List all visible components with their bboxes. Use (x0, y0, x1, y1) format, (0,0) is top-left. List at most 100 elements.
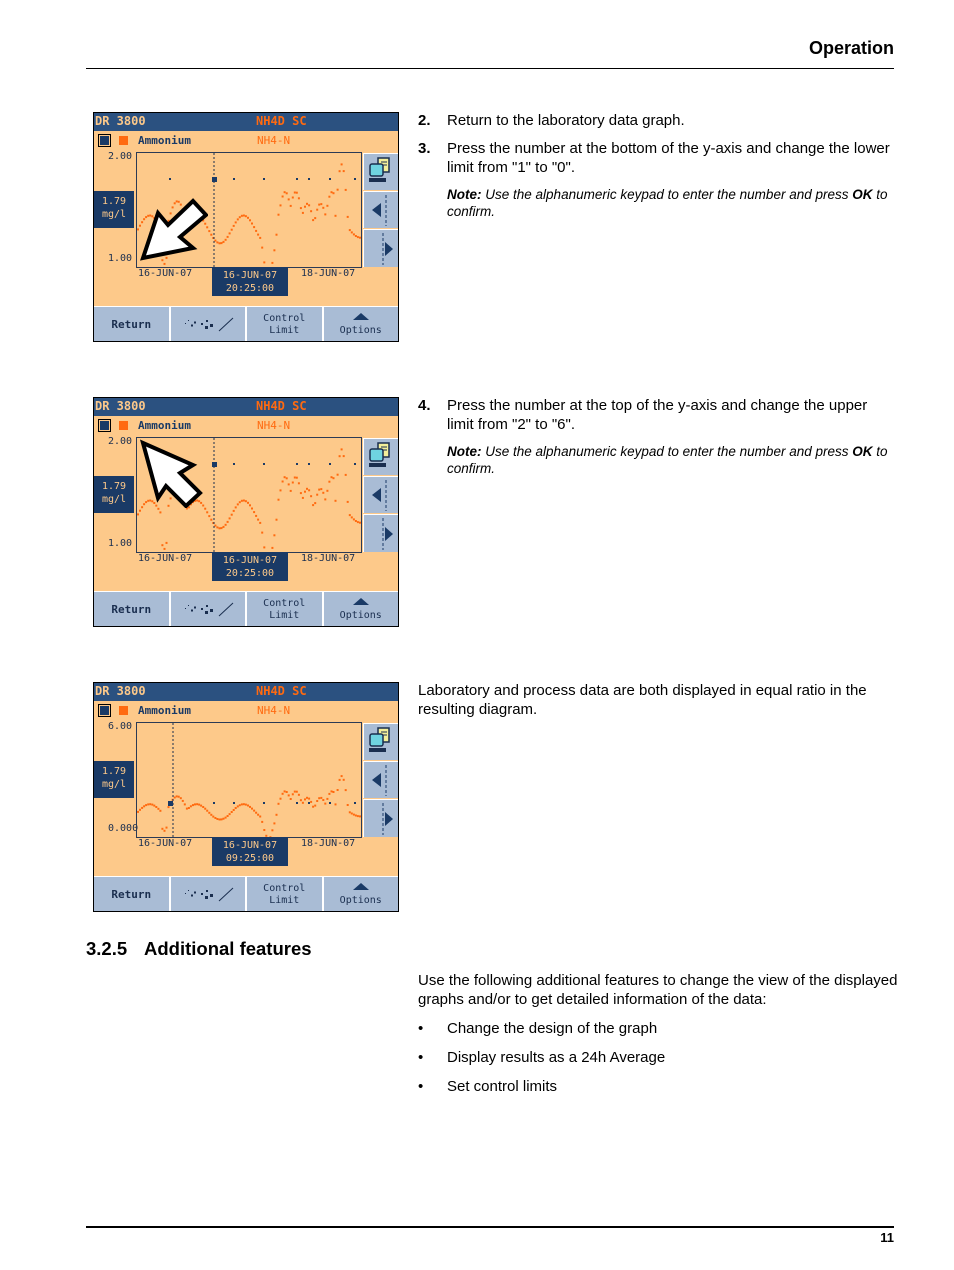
process-data-point (147, 499, 150, 502)
process-data-point (279, 797, 282, 800)
process-data-point (336, 188, 339, 191)
cursor-date: 16-JUN-07 (222, 840, 278, 851)
lab-data-legend-icon[interactable] (98, 134, 111, 147)
process-data-point (173, 487, 176, 490)
process-data-point (318, 488, 321, 491)
process-data-point (326, 489, 329, 492)
graph-style-button[interactable] (170, 877, 247, 911)
graph-area[interactable] (136, 437, 362, 553)
process-data-point (310, 210, 313, 213)
cursor-left-button[interactable] (363, 191, 398, 228)
parameter-name: Ammonium (138, 419, 191, 432)
process-data-point (348, 811, 351, 814)
cursor-time: 09:25:00 (225, 853, 275, 864)
process-data-point (198, 500, 201, 503)
process-data-point (320, 203, 323, 206)
graph-style-button[interactable] (170, 307, 247, 341)
process-data-point (232, 224, 235, 227)
process-data-point (253, 226, 256, 229)
process-data-point (202, 219, 205, 222)
return-button[interactable]: Return (94, 877, 171, 911)
data-transfer-button[interactable] (363, 438, 398, 475)
process-data-point (306, 487, 308, 490)
process-data-point (310, 800, 313, 803)
process-data-point (356, 815, 359, 818)
process-data-point (145, 804, 148, 807)
process-data-point (238, 216, 241, 219)
data-transfer-button[interactable] (363, 723, 398, 760)
process-data-point (297, 482, 300, 485)
process-data-point (340, 448, 343, 451)
process-data-point (279, 489, 282, 492)
cursor-right-button[interactable] (363, 799, 398, 837)
lab-data-legend-icon[interactable] (98, 419, 111, 432)
process-data-point (306, 796, 308, 799)
process-data-legend-icon (119, 136, 128, 145)
process-data-point (230, 228, 233, 231)
process-data-point (359, 815, 361, 818)
sensor-name: NH4D SC (256, 684, 307, 698)
title-bar: DR 3800 NH4D SC (94, 683, 398, 701)
current-value-readout: 1.79 mg/l (94, 191, 134, 228)
cursor-left-button[interactable] (363, 761, 398, 798)
process-data-point (238, 501, 241, 504)
bullet-icon: • (418, 1078, 424, 1095)
return-button[interactable]: Return (94, 307, 171, 341)
process-data-point (281, 792, 284, 795)
process-data-point (173, 796, 176, 799)
x-axis-end-label: 18-JUN-07 (301, 553, 356, 564)
control-limit-button[interactable]: Control Limit (247, 877, 324, 911)
control-limit-line1: Control (263, 597, 306, 609)
header-rule (86, 68, 894, 69)
y-axis-min-button[interactable]: 1.00 (108, 538, 132, 549)
y-axis-max-button[interactable]: 6.00 (108, 721, 132, 732)
options-button[interactable]: Options (323, 877, 398, 911)
y-axis-min-button[interactable]: 0.000 (108, 823, 138, 834)
data-transfer-button[interactable] (363, 153, 398, 190)
process-data-point (316, 800, 319, 802)
cursor-right-button[interactable] (363, 514, 398, 552)
options-button[interactable]: Options (323, 592, 398, 626)
process-data-point (314, 502, 317, 505)
cursor-left-button[interactable] (363, 476, 398, 513)
process-data-point (287, 794, 290, 797)
graph-style-icon (184, 887, 234, 901)
process-data-point (187, 506, 190, 509)
process-data-point (147, 214, 150, 217)
process-data-point (192, 501, 194, 504)
control-limit-button[interactable]: Control Limit (247, 592, 324, 626)
process-data-point (165, 256, 168, 259)
options-button[interactable]: Options (323, 307, 398, 341)
current-unit: mg/l (101, 209, 127, 220)
process-data-point (308, 204, 311, 207)
process-data-point (318, 797, 321, 800)
cursor-date: 16-JUN-07 (222, 270, 278, 281)
current-unit: mg/l (101, 779, 127, 790)
return-button[interactable]: Return (94, 592, 171, 626)
process-data-point (289, 489, 292, 492)
page-number: 11 (880, 1230, 894, 1245)
control-limit-button[interactable]: Control Limit (247, 307, 324, 341)
options-label: Options (339, 610, 382, 621)
process-data-point (310, 495, 313, 498)
graph-area[interactable] (136, 722, 362, 838)
step-text: Press the number at the bottom of the y-… (447, 140, 890, 176)
y-axis-min-button[interactable]: 1.00 (108, 253, 132, 264)
instrument-model: DR 3800 (95, 684, 146, 698)
process-data-point (342, 170, 345, 173)
arrow-left-icon (372, 765, 387, 796)
y-axis-max-button[interactable]: 2.00 (108, 151, 132, 162)
process-data-point (208, 230, 211, 233)
graph-area[interactable] (136, 152, 362, 268)
y-axis-max-button[interactable]: 2.00 (108, 436, 132, 447)
process-data-point (224, 523, 227, 526)
process-data-point (220, 527, 223, 530)
process-data-point (336, 789, 339, 791)
lab-data-legend-icon[interactable] (98, 704, 111, 717)
lab-data-point (308, 463, 310, 465)
instrument-screen-1: DR 3800 NH4D SC Ammonium NH4-N 2.00 1.00… (93, 112, 399, 342)
parameter-form: NH4-N (257, 134, 291, 147)
graph-style-button[interactable] (170, 592, 247, 626)
cursor-right-button[interactable] (363, 229, 398, 267)
process-data-point (159, 809, 162, 812)
